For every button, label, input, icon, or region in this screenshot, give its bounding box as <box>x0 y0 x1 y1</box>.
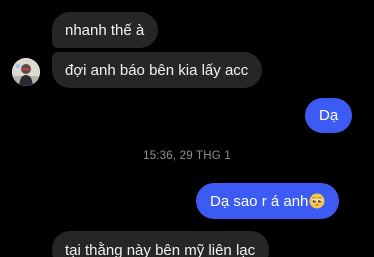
incoming-message[interactable]: nhanh thế à <box>52 12 159 48</box>
message-timestamp: 15:36, 29 THG 1 <box>143 150 231 162</box>
pleading-face-emoji <box>309 193 325 209</box>
incoming-message[interactable]: tại thằng này bên mỹ liên lạc <box>52 231 270 257</box>
message-text: Dạ <box>319 107 339 124</box>
incoming-message[interactable]: đợi anh báo bên kia lấy acc <box>52 52 263 88</box>
contact-avatar[interactable] <box>12 58 40 86</box>
outgoing-message[interactable]: Dạ sao r á anh <box>196 183 340 219</box>
outgoing-message[interactable]: Dạ <box>305 98 353 133</box>
message-text: Dạ sao r á anh <box>210 193 309 210</box>
message-text: tại thằng này bên mỹ liên lạc <box>65 242 256 257</box>
avatar-photo <box>12 58 40 86</box>
chat-thread[interactable]: nhanh thế à đợi anh báo bên kia lấy acc … <box>0 0 374 257</box>
message-text: đợi anh báo bên kia lấy acc <box>65 62 249 79</box>
message-text: nhanh thế à <box>65 22 145 39</box>
